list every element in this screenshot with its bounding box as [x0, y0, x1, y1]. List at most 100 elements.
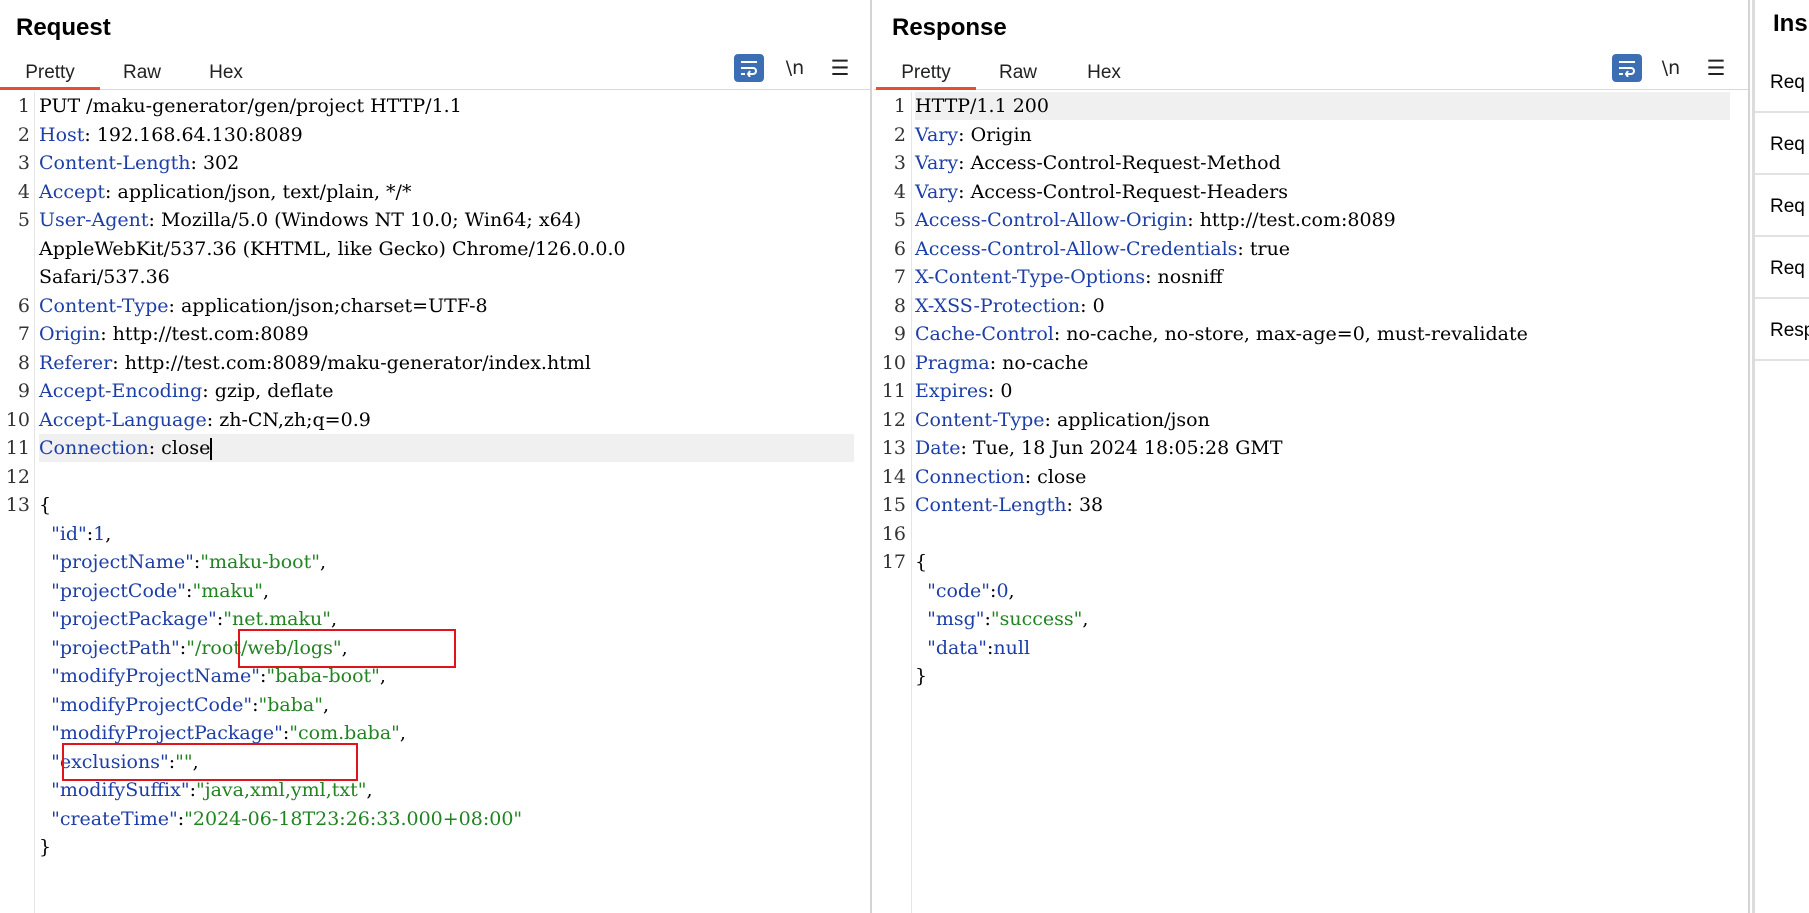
line-number: 6 — [17, 294, 30, 317]
request-menu-button[interactable]: ☰ — [828, 54, 852, 82]
token-text: { — [39, 494, 52, 516]
token-text: , — [323, 693, 330, 716]
code-line: "modifyProjectCode":"baba", — [0, 691, 870, 719]
token-key: "modifyProjectPackage" — [39, 722, 283, 744]
response-editor[interactable]: 1 HTTP/1.1 200 2 Vary: Origin 3 Vary: Access-… — [874, 92, 1748, 913]
token-key: Date — [915, 437, 961, 459]
line-number: 9 — [17, 380, 30, 402]
line-number — [0, 748, 30, 776]
token-text: AppleWebKit/537.36 (KHTML, like Gecko) C… — [39, 237, 626, 260]
inspector-item-response-headers[interactable]: Resp — [1755, 300, 1809, 361]
token-text: : Access-Control-Request-Method — [958, 152, 1281, 174]
text-cursor — [210, 438, 213, 460]
line-text: User-Agent: Mozilla/5.0 (Windows NT 10.0… — [39, 206, 581, 234]
line-number: 7 — [17, 323, 30, 345]
line-number: 13 — [5, 494, 30, 516]
line-number: 4 — [893, 180, 906, 203]
token-key: "msg" — [915, 608, 985, 630]
inspector-item-request-attributes[interactable]: Req — [1755, 52, 1809, 113]
line-number: 1 — [17, 95, 30, 117]
line-number: 11 — [5, 437, 30, 459]
line-number — [0, 776, 30, 804]
response-tab-hex[interactable]: Hex — [1074, 60, 1134, 90]
token-key: 0 — [996, 579, 1009, 602]
token-string: "net.maku" — [223, 608, 331, 630]
token-key: Access-Control-Allow-Origin — [915, 209, 1188, 231]
line-text: Expires: 0 — [915, 377, 1012, 405]
inspector-item-request-headers[interactable]: Req — [1755, 238, 1809, 299]
code-line: 8 X-XSS-Protection: 0 — [874, 292, 1748, 320]
token-key: Cache-Control — [915, 323, 1054, 345]
line-text: AppleWebKit/537.36 (KHTML, like Gecko) C… — [39, 235, 626, 263]
request-show-newlines-button[interactable]: \n — [782, 54, 808, 82]
token-text: , — [263, 579, 270, 602]
line-number: 3 — [17, 152, 30, 174]
response-tab-pretty[interactable]: Pretty — [876, 60, 976, 90]
token-text: : 0 — [987, 380, 1013, 402]
line-text: Accept-Language: zh-CN,zh;q=0.9 — [39, 406, 371, 434]
token-text: : application/json — [1044, 408, 1210, 431]
request-tab-raw[interactable]: Raw — [112, 60, 172, 90]
inspector-panel: Insp Req Req Req Req Resp — [1752, 0, 1809, 913]
code-line: 1 PUT /maku-generator/gen/project HTTP/1.… — [0, 92, 870, 120]
line-number: 5 — [17, 209, 30, 231]
token-text: : application/json, text/plain, */* — [105, 180, 412, 203]
token-key: Content-Length — [915, 494, 1067, 516]
token-key: "projectPath" — [39, 636, 180, 659]
token-key: "projectName" — [39, 551, 194, 573]
code-line: 4 Vary: Access-Control-Request-Headers — [874, 178, 1748, 206]
line-text: Access-Control-Allow-Origin: http://test… — [915, 206, 1396, 234]
code-line: "projectName":"maku-boot", — [0, 548, 870, 576]
annotation-box-project-path — [238, 629, 456, 668]
code-line: 7 X-Content-Type-Options: nosniff — [874, 263, 1748, 291]
token-text: : gzip, deflate — [202, 380, 334, 402]
line-text: Accept-Encoding: gzip, deflate — [39, 377, 334, 405]
request-title: Request — [16, 14, 111, 41]
line-number — [0, 833, 30, 861]
line-text: Date: Tue, 18 Jun 2024 18:05:28 GMT — [915, 434, 1283, 462]
line-number: 6 — [893, 237, 906, 260]
request-tab-pretty[interactable]: Pretty — [0, 60, 100, 90]
token-text: , — [399, 722, 406, 744]
line-number — [0, 577, 30, 605]
token-string: "2024-06-18T23:26:33.000+08:00" — [184, 807, 523, 830]
request-editor[interactable]: 1 PUT /maku-generator/gen/project HTTP/1.… — [0, 92, 870, 913]
line-text: Content-Length: 302 — [39, 149, 239, 177]
token-text: : http://test.com:8089 — [1187, 209, 1396, 231]
line-number: 15 — [881, 494, 906, 516]
line-text: Pragma: no-cache — [915, 349, 1088, 377]
token-text: , — [330, 608, 337, 630]
line-number — [0, 235, 30, 263]
inspector-item-request-body[interactable]: Req — [1755, 176, 1809, 237]
response-tab-raw[interactable]: Raw — [988, 60, 1048, 90]
response-show-newlines-button[interactable]: \n — [1658, 54, 1684, 82]
line-number: 12 — [881, 408, 906, 431]
token-text: : Origin — [958, 123, 1032, 146]
response-word-wrap-button[interactable] — [1612, 54, 1642, 82]
request-tab-hex[interactable]: Hex — [196, 60, 256, 90]
code-line: 5 User-Agent: Mozilla/5.0 (Windows NT 10.… — [0, 206, 870, 234]
response-menu-button[interactable]: ☰ — [1704, 54, 1728, 82]
code-line: Safari/537.36 — [0, 263, 870, 291]
token-text: : application/json;charset=UTF-8 — [168, 294, 488, 317]
code-line: 4 Accept: application/json, text/plain, *… — [0, 178, 870, 206]
line-text: Safari/537.36 — [39, 263, 170, 291]
token-text: , — [366, 779, 373, 801]
line-number — [0, 548, 30, 576]
code-line: 12 Content-Type: application/json — [874, 406, 1748, 434]
inspector-item-request-query[interactable]: Req — [1755, 114, 1809, 175]
token-text: : 38 — [1066, 494, 1104, 516]
line-number: 16 — [881, 522, 906, 545]
token-key: Content-Length — [39, 152, 191, 174]
line-text: { — [915, 548, 927, 576]
token-key: Vary — [915, 180, 959, 203]
line-number: 7 — [893, 266, 906, 288]
token-key: "modifyProjectCode" — [39, 693, 253, 716]
code-line: "createTime":"2024-06-18T23:26:33.000+08… — [0, 805, 870, 833]
code-line: 14 Connection: close — [874, 463, 1748, 491]
code-line: 7 Origin: http://test.com:8089 — [0, 320, 870, 348]
token-text: : close — [1024, 465, 1087, 488]
request-word-wrap-button[interactable] — [734, 54, 764, 82]
wrap-lines-icon — [1619, 61, 1635, 77]
token-key: X-Content-Type-Options — [915, 266, 1146, 288]
